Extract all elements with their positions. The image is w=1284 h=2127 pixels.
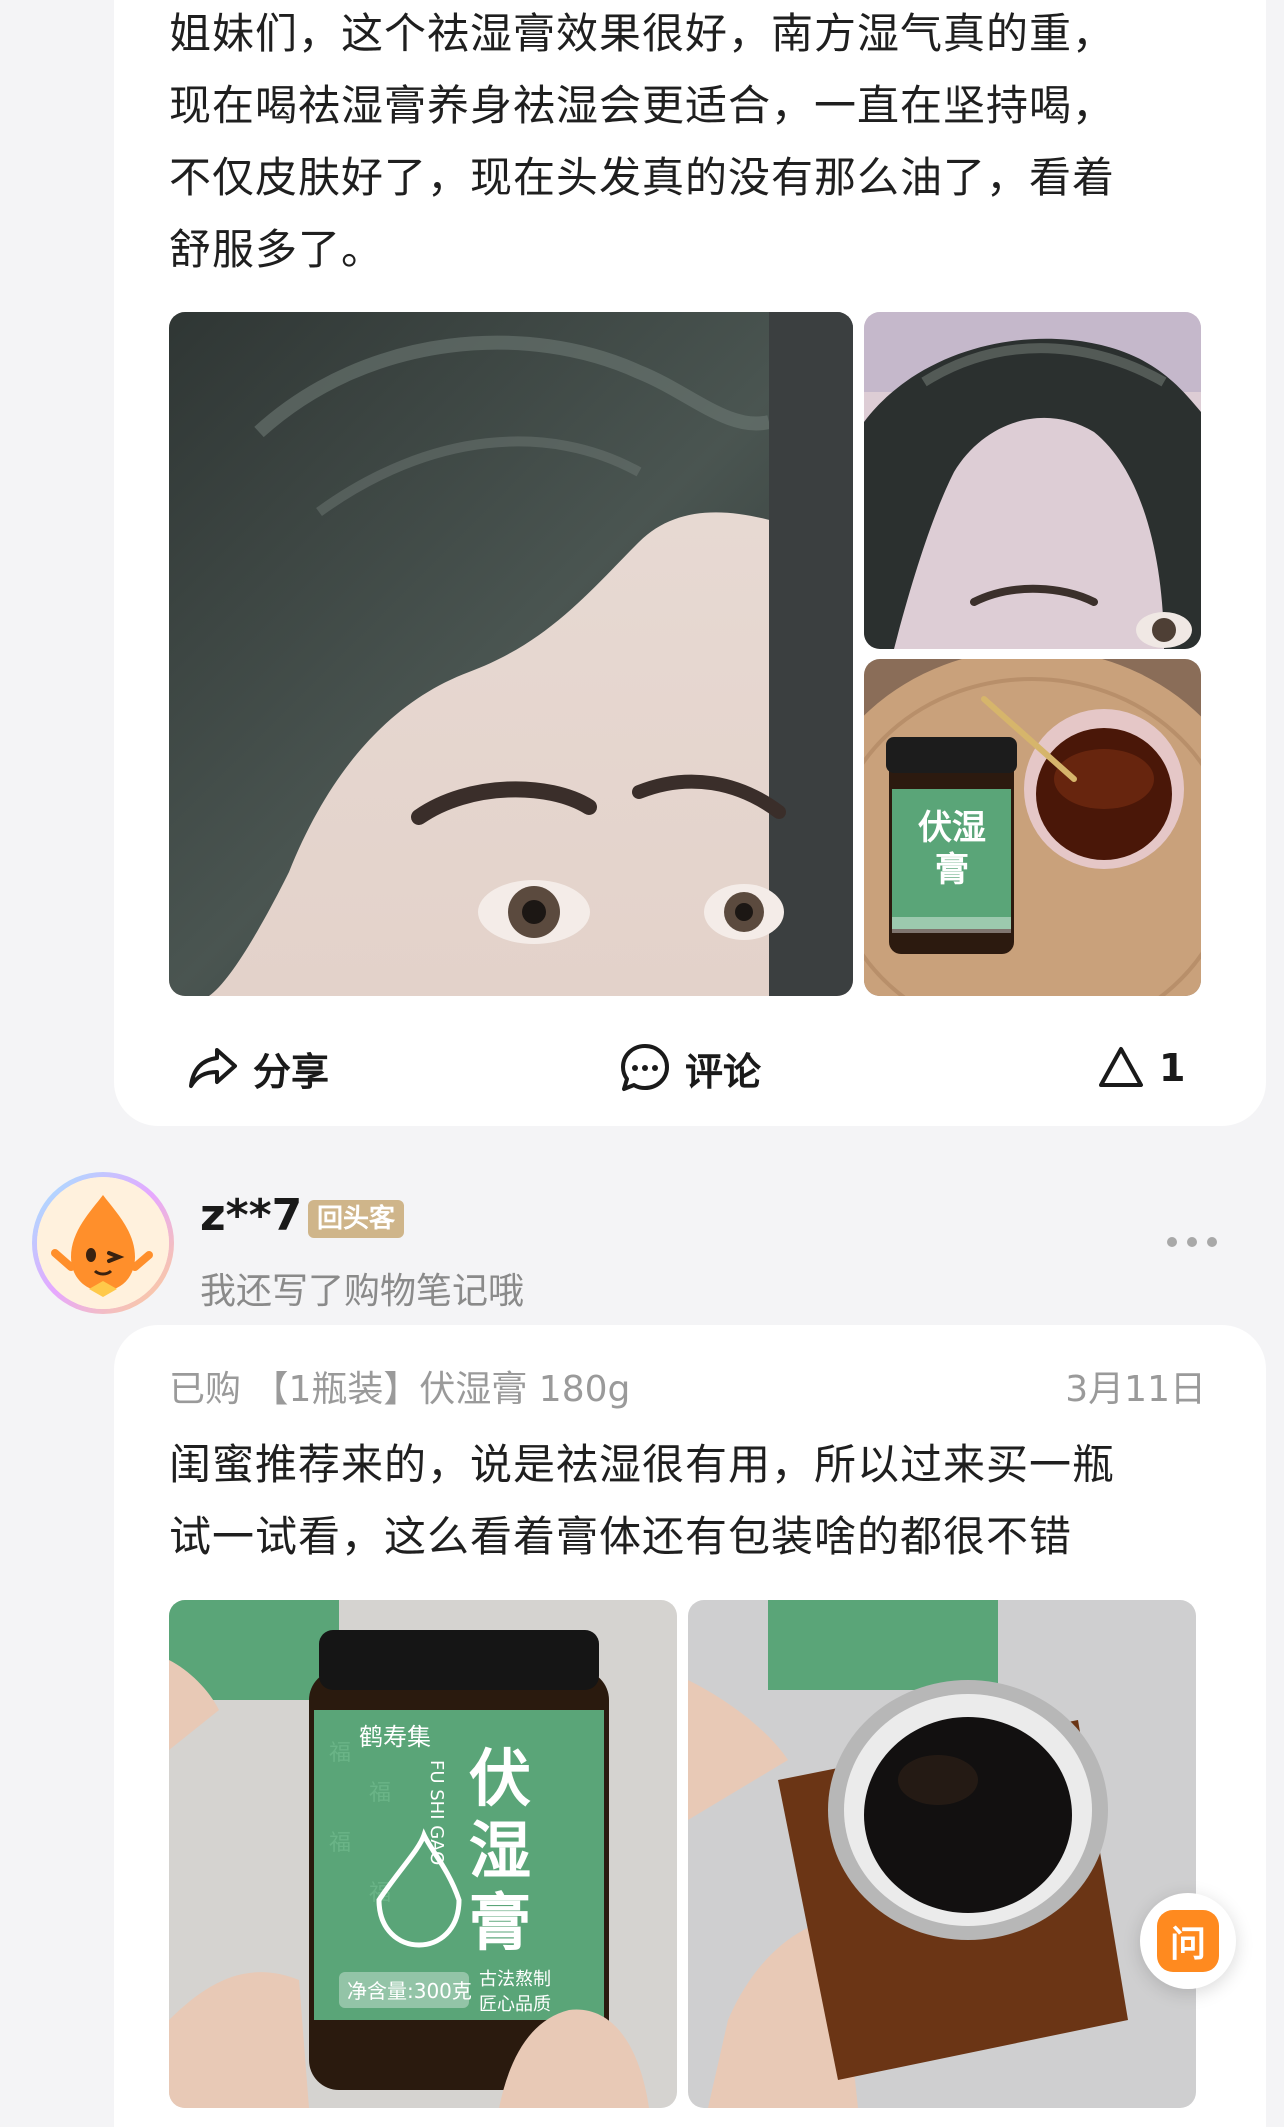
review-date: 3月11日 (1065, 1369, 1206, 1410)
svg-text:福: 福 (329, 1741, 351, 1766)
returning-customer-badge: 回头客 (308, 1200, 405, 1238)
label-tag-1: 古法熬制 (479, 1969, 551, 1990)
svg-text:福: 福 (329, 1831, 351, 1856)
review-photo[interactable] (688, 1600, 1196, 2108)
svg-text:膏: 膏 (469, 1886, 531, 1959)
more-options-icon[interactable] (1162, 1232, 1222, 1252)
share-button[interactable]: 分享 (187, 1040, 329, 1096)
brand-text: 鹤寿集 (359, 1723, 431, 1751)
like-icon (1099, 1047, 1143, 1087)
comment-label: 评论 (685, 1049, 762, 1094)
review-photo[interactable]: 伏湿 膏 (864, 659, 1201, 996)
product-name-text: 伏湿 (918, 808, 986, 848)
like-count: 1 (1159, 1046, 1186, 1090)
review-photo[interactable] (864, 312, 1201, 649)
review-photo[interactable]: 福福 福福 鹤寿集 伏 湿 膏 FU SHI GAO 净含量:300克 古法熬制… (169, 1600, 677, 2108)
comment-icon (621, 1044, 669, 1091)
review-photo[interactable] (169, 312, 853, 996)
share-icon (189, 1048, 237, 1088)
purchased-item-info: 已购 【1瓶装】伏湿膏 180g (169, 1369, 631, 1410)
review-text: 姐妹们，这个祛湿膏效果很好，南方湿气真的重， 现在喝祛湿膏养身祛湿会更适合，一直… (169, 9, 1116, 274)
comment-button[interactable]: 评论 (619, 1040, 761, 1096)
svg-text:福: 福 (369, 1781, 391, 1806)
avatar[interactable] (32, 1172, 174, 1314)
svg-text:湿: 湿 (469, 1814, 531, 1887)
like-button[interactable]: 1 (1097, 1040, 1185, 1096)
review-text: 闺蜜推荐来的，说是祛湿很有用，所以过来买一瓶 试一试看，这么看着膏体还有包装啥的… (169, 1440, 1116, 1561)
pinyin-text: FU SHI GAO (426, 1760, 447, 1865)
net-weight-text: 净含量:300克 (347, 1979, 472, 2003)
share-label: 分享 (253, 1049, 330, 1094)
label-tag-2: 匠心品质 (479, 1994, 551, 2015)
ask-icon: 问 (1157, 1910, 1219, 1972)
ask-question-button[interactable]: 问 (1140, 1893, 1236, 1989)
product-name-text: 伏 (469, 1742, 531, 1815)
shopping-note-link[interactable]: 我还写了购物笔记哦 (200, 1262, 524, 1314)
username[interactable]: z**7 (200, 1190, 302, 1241)
svg-text:膏: 膏 (935, 850, 969, 890)
